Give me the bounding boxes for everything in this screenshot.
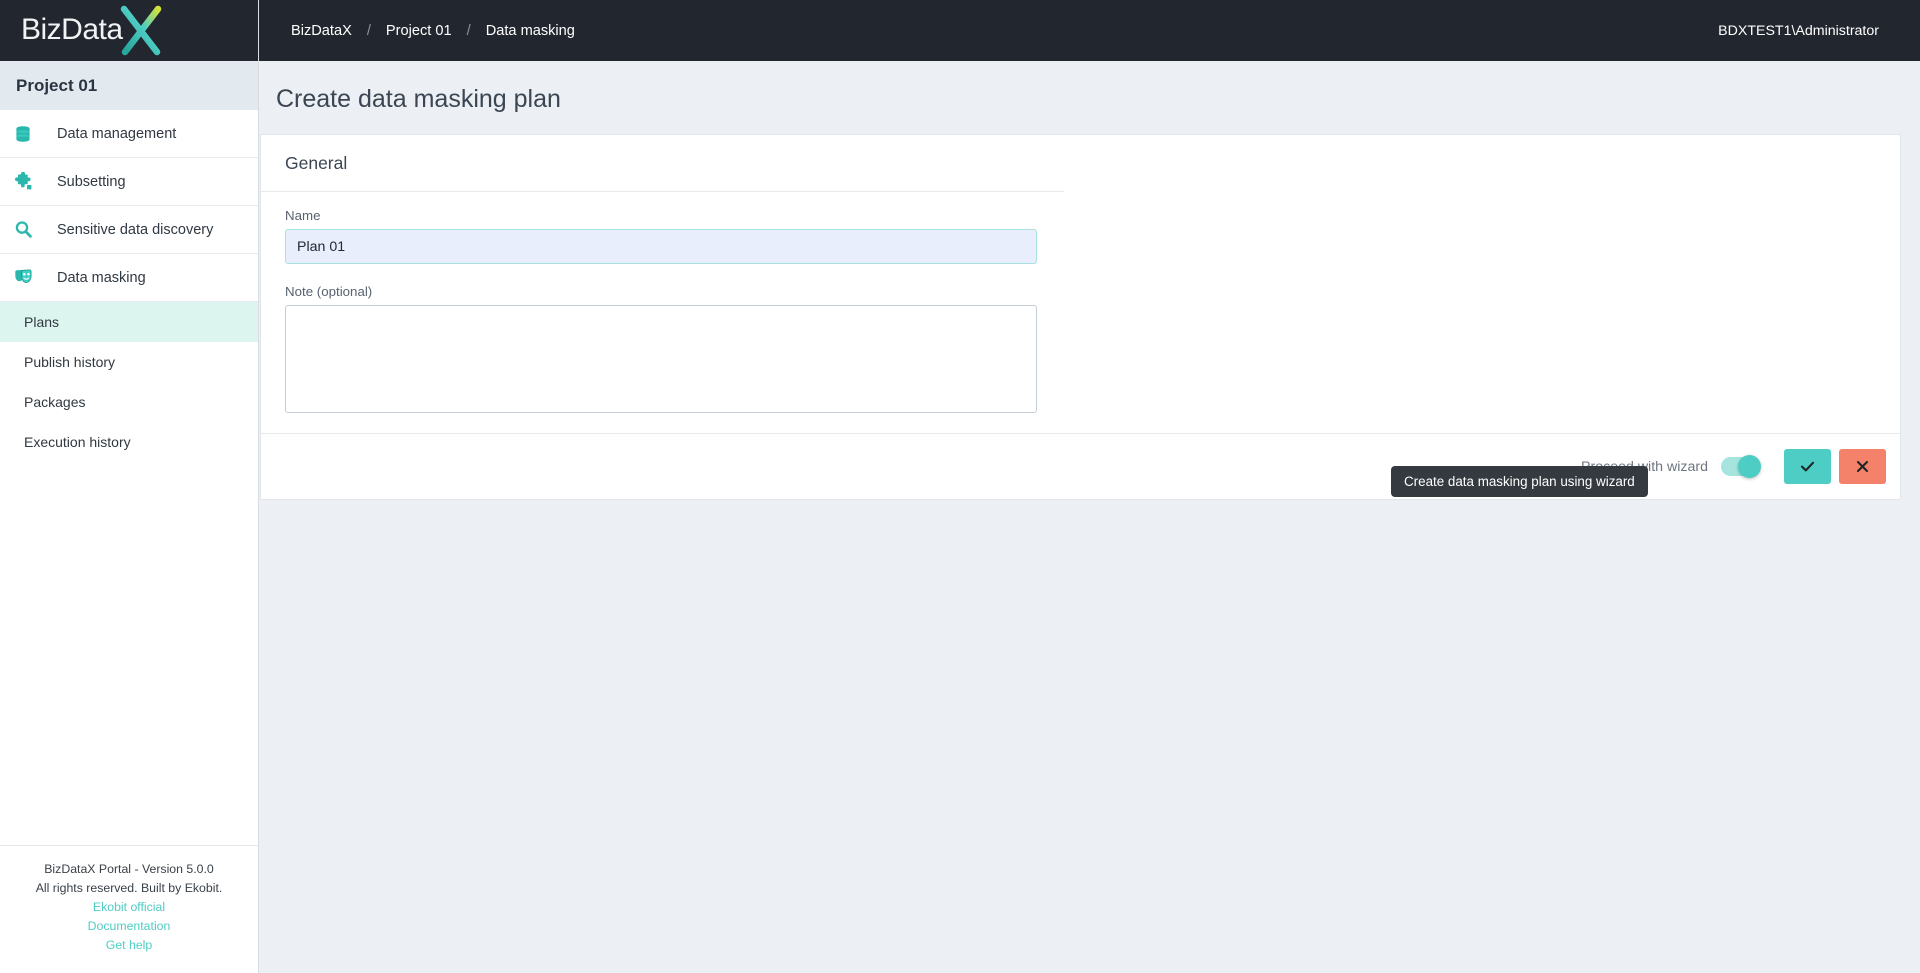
footer-version: BizDataX Portal - Version 5.0.0 xyxy=(44,861,214,876)
breadcrumb-item-data-masking[interactable]: Data masking xyxy=(486,23,575,39)
sidebar-subitem-label: Packages xyxy=(24,394,86,410)
footer-rights: All rights reserved. Built by Ekobit. xyxy=(35,880,223,895)
sidebar-item-data-management[interactable]: Data management xyxy=(0,110,258,158)
main-content: Create data masking plan General Name No… xyxy=(259,61,1920,973)
sidebar-subitem-label: Plans xyxy=(24,314,60,330)
wizard-toggle-label: Proceed with wizard xyxy=(1581,458,1708,475)
cancel-button[interactable] xyxy=(1839,449,1886,484)
magnifier-icon xyxy=(14,220,44,239)
sidebar: BizData Project 01 Data management Subse… xyxy=(0,0,259,973)
database-icon xyxy=(14,125,44,143)
name-field-label: Name xyxy=(285,208,321,223)
card-section-title: General xyxy=(285,153,348,173)
note-field-label: Note (optional) xyxy=(285,284,373,299)
user-account-label[interactable]: BDXTEST1\Administrator xyxy=(1718,23,1879,39)
proceed-with-wizard-toggle[interactable] xyxy=(1721,455,1761,478)
close-icon xyxy=(1855,459,1870,474)
confirm-button[interactable] xyxy=(1784,449,1831,484)
sidebar-project-title: Project 01 xyxy=(0,61,258,110)
sidebar-item-label: Data masking xyxy=(57,269,146,286)
sidebar-item-label: Data management xyxy=(57,125,177,142)
page-title: Create data masking plan xyxy=(276,85,561,113)
breadcrumb-separator: / xyxy=(466,22,471,39)
sidebar-item-data-masking[interactable]: Data masking xyxy=(0,254,258,302)
sidebar-subitem-plans[interactable]: Plans xyxy=(0,302,258,342)
toggle-knob xyxy=(1738,455,1761,478)
sidebar-subitem-packages[interactable]: Packages xyxy=(0,382,258,422)
breadcrumb-item-bizdatax[interactable]: BizDataX xyxy=(291,23,352,39)
field-gap xyxy=(285,264,1900,284)
sidebar-item-subsetting[interactable]: Subsetting xyxy=(0,158,258,206)
card-footer: Proceed with wizard xyxy=(261,433,1900,499)
breadcrumb-separator: / xyxy=(366,22,371,39)
check-icon xyxy=(1799,458,1816,475)
topbar: BizDataX / Project 01 / Data masking BDX… xyxy=(259,0,1920,61)
note-input[interactable] xyxy=(285,305,1037,413)
sidebar-subitem-label: Execution history xyxy=(24,434,131,450)
sidebar-item-label: Subsetting xyxy=(57,173,126,190)
puzzle-piece-icon xyxy=(14,172,44,191)
sidebar-nav: Data management Subsetting Sensitive dat… xyxy=(0,110,258,462)
sidebar-subitem-execution-history[interactable]: Execution history xyxy=(0,422,258,462)
bizdatax-logo-icon: BizData xyxy=(21,5,162,55)
card-header: General xyxy=(261,135,1900,191)
logo[interactable]: BizData xyxy=(0,0,258,61)
theater-masks-icon xyxy=(14,268,44,287)
card-body: Name Note (optional) xyxy=(261,192,1900,433)
app-root: BizData Project 01 Data management Subse… xyxy=(0,0,1920,973)
sidebar-item-label: Sensitive data discovery xyxy=(57,221,214,238)
general-card: General Name Note (optional) Proceed wit… xyxy=(260,134,1901,500)
sidebar-footer: BizDataX Portal - Version 5.0.0 All righ… xyxy=(0,844,258,973)
footer-link-get-help[interactable]: Get help xyxy=(10,936,248,955)
sidebar-subitem-publish-history[interactable]: Publish history xyxy=(0,342,258,382)
sidebar-subitem-label: Publish history xyxy=(24,354,116,370)
breadcrumb-item-project-01[interactable]: Project 01 xyxy=(386,23,452,39)
footer-link-documentation[interactable]: Documentation xyxy=(10,917,248,936)
breadcrumb: BizDataX / Project 01 / Data masking xyxy=(291,23,575,39)
footer-link-ekobit-official[interactable]: Ekobit official xyxy=(10,898,248,917)
svg-text:BizData: BizData xyxy=(21,13,123,46)
name-input[interactable] xyxy=(285,229,1037,264)
sidebar-item-sensitive-data-discovery[interactable]: Sensitive data discovery xyxy=(0,206,258,254)
